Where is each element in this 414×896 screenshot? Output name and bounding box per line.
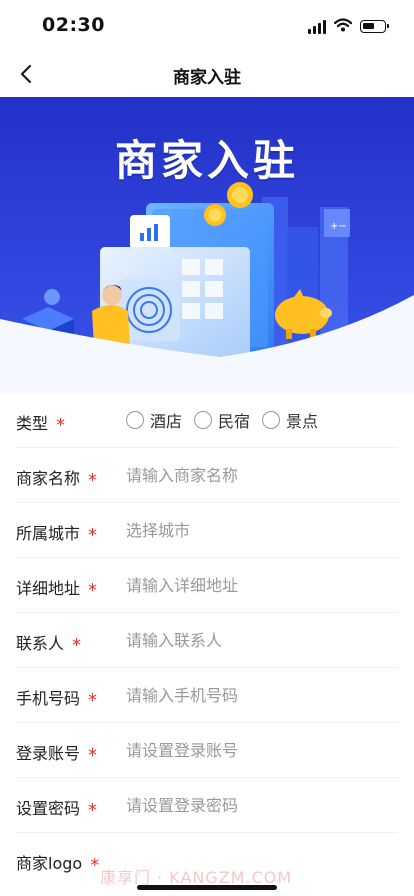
account-input[interactable] [126,735,386,765]
radio-circle[interactable] [126,411,144,429]
label-text: 所属城市 [16,524,81,543]
label-text: 联系人 [16,634,65,653]
radio-label: 景点 [286,412,319,431]
form-row-merchant-name: 商家名称 * [16,448,398,503]
required-mark: * [88,580,98,601]
label-text: 详细地址 [16,579,81,598]
label-text: 手机号码 [16,689,81,708]
required-mark: * [88,470,98,491]
label-text: 设置密码 [16,799,81,818]
form-label: 手机号码 * [16,685,98,711]
form-row-phone: 手机号码 * [16,668,398,723]
label-text: 登录账号 [16,744,81,763]
radio-circle[interactable] [194,411,213,429]
form-label: 详细地址 * [16,575,98,601]
contact-input[interactable] [126,625,386,655]
type-radio-group: 酒店 民宿 景点 [126,408,318,432]
form-row-address: 详细地址 * [16,558,398,613]
status-bar: 02:30 [0,0,414,50]
battery-icon [360,20,389,33]
form-row-account: 登录账号 * [16,723,398,778]
phone-input[interactable] [126,680,386,710]
form-label: 类型 * [16,410,66,436]
form-label: 商家logo * [16,850,100,876]
radio-circle[interactable] [262,411,281,429]
wifi-icon [333,17,353,36]
signal-icon [308,19,326,34]
form-row-type: 类型 * 酒店 民宿 景点 [16,393,398,448]
form-label: 所属城市 * [16,520,98,546]
form-row-city: 所属城市 * [16,503,398,558]
city-select[interactable] [126,515,386,545]
radio-scenic[interactable]: 景点 [262,408,318,432]
form-label: 商家名称 * [16,465,98,491]
form-row-password: 设置密码 * [16,778,398,833]
merchant-form: 类型* 酒店 民宿 景点 商家名称* 所属城市* 详细地址* 联系 [0,393,414,888]
password-input[interactable] [126,790,386,820]
home-indicator [137,885,277,890]
radio-label: 民宿 [218,412,251,431]
required-mark: * [88,745,98,766]
label-text: 商家logo [16,854,83,873]
radio-hotel[interactable]: 酒店 [126,408,182,432]
banner-title: 商家入驻 [114,136,299,185]
form-label: 联系人 * [16,630,82,656]
label-text: 类型 [16,414,49,433]
label-text: 商家名称 [16,469,81,488]
merchant-name-input[interactable] [126,460,386,490]
radio-homestay[interactable]: 民宿 [194,408,250,432]
banner: +− 商家入驻 [0,97,414,393]
required-mark: * [88,800,98,821]
required-mark: * [56,415,66,436]
nav-bar: 商家入驻 [0,50,414,98]
required-mark: * [72,635,82,656]
svg-text:+−: +− [330,221,347,232]
required-mark: * [88,525,98,546]
form-row-contact: 联系人 * [16,613,398,668]
status-time: 02:30 [42,14,105,36]
address-input[interactable] [126,570,386,600]
required-mark: * [90,855,100,876]
status-icons [308,17,389,36]
page-title: 商家入驻 [173,68,241,88]
form-label: 登录账号 * [16,740,98,766]
radio-label: 酒店 [150,412,183,431]
required-mark: * [88,690,98,711]
form-label: 设置密码 * [16,795,98,821]
